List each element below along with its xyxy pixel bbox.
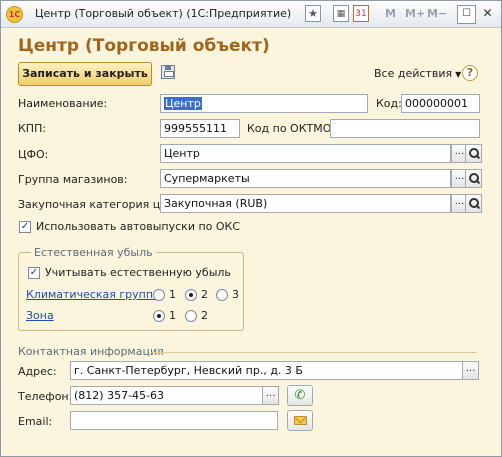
climate-radio-2[interactable] bbox=[185, 289, 197, 301]
kpp-field[interactable]: 999555111 bbox=[160, 119, 240, 138]
contact-section-title: Контактная информация bbox=[18, 345, 164, 358]
zone-link[interactable]: Зона bbox=[26, 309, 54, 322]
floppy-disk-icon[interactable] bbox=[161, 65, 175, 79]
envelope-icon bbox=[294, 416, 307, 425]
phone-select-button[interactable]: ... bbox=[262, 386, 279, 405]
natural-loss-title: Естественная убыль bbox=[31, 246, 156, 259]
zone-radio-1-label: 1 bbox=[169, 309, 176, 322]
climate-radio-3-label: 3 bbox=[232, 288, 239, 301]
phone-field[interactable]: (812) 357-45-63 bbox=[70, 386, 263, 405]
zone-radio-2-label: 2 bbox=[201, 309, 208, 322]
window-title: Центр (Торговый объект) (1С:Предприятие) bbox=[35, 7, 292, 20]
code-field[interactable]: 000000001 bbox=[401, 94, 480, 113]
price-category-field[interactable]: Закупочная (RUB) bbox=[160, 194, 451, 213]
all-actions-menu[interactable]: Все действия ▼ bbox=[374, 67, 461, 80]
link-icon[interactable]: ★ bbox=[305, 5, 321, 22]
consider-loss-label: Учитывать естественную убыль bbox=[45, 266, 231, 279]
memory-m-button[interactable]: M bbox=[385, 7, 396, 20]
code-label: Код: bbox=[376, 97, 402, 110]
calendar-icon[interactable]: 31 bbox=[353, 5, 369, 22]
name-label: Наименование: bbox=[18, 97, 108, 110]
cfo-open-button[interactable] bbox=[465, 144, 482, 163]
memory-minus-button[interactable]: M− bbox=[427, 7, 447, 20]
store-group-open-button[interactable] bbox=[465, 169, 482, 188]
phone-label: Телефон: bbox=[18, 390, 73, 403]
climate-radio-1-label: 1 bbox=[169, 288, 176, 301]
email-field[interactable] bbox=[70, 411, 278, 430]
price-category-open-button[interactable] bbox=[465, 194, 482, 213]
name-field[interactable]: Центр bbox=[160, 94, 368, 113]
consider-loss-checkbox[interactable]: ✓ bbox=[28, 267, 40, 279]
contact-section-divider bbox=[151, 352, 477, 353]
climate-radio-2-label: 2 bbox=[201, 288, 208, 301]
close-button[interactable]: ✕ bbox=[479, 5, 496, 22]
search-icon bbox=[466, 195, 482, 213]
email-label: Email: bbox=[18, 415, 53, 428]
climate-radio-3[interactable] bbox=[216, 289, 228, 301]
climate-group-link[interactable]: Климатическая группа bbox=[26, 288, 160, 301]
calculator-icon[interactable]: ▦ bbox=[333, 5, 349, 22]
search-icon bbox=[466, 145, 482, 163]
chevron-down-icon: ▼ bbox=[455, 70, 462, 79]
address-label: Адрес: bbox=[18, 365, 57, 378]
onec-logo-icon: 1С bbox=[6, 6, 23, 23]
address-field[interactable]: г. Санкт-Петербург, Невский пр., д. 3 Б bbox=[70, 361, 463, 380]
cfo-label: ЦФО: bbox=[18, 148, 49, 161]
store-group-label: Группа магазинов: bbox=[18, 173, 128, 186]
climate-radio-1[interactable] bbox=[153, 289, 165, 301]
zone-radio-2[interactable] bbox=[185, 310, 197, 322]
help-button[interactable]: ? bbox=[462, 65, 478, 81]
page-title: Центр (Торговый объект) bbox=[18, 36, 270, 56]
autorelease-label: Использовать автовыпуски по ОКС bbox=[36, 220, 241, 233]
oktmo-field[interactable] bbox=[330, 119, 480, 138]
autorelease-checkbox[interactable]: ✓ bbox=[19, 221, 31, 233]
form-window: 1С Центр (Торговый объект) (1С:Предприят… bbox=[0, 0, 502, 457]
address-select-button[interactable]: ... bbox=[462, 361, 479, 380]
maximize-button[interactable]: ☐ bbox=[457, 5, 476, 24]
oktmo-label: Код по ОКТМО: bbox=[247, 122, 336, 135]
search-icon bbox=[466, 170, 482, 188]
save-and-close-button[interactable]: Записать и закрыть bbox=[18, 62, 152, 86]
price-category-label: Закупочная категория цен: bbox=[18, 198, 178, 211]
send-email-button[interactable] bbox=[287, 410, 313, 431]
phone-call-button[interactable]: ✆ bbox=[287, 385, 313, 406]
phone-icon: ✆ bbox=[294, 388, 306, 403]
kpp-label: КПП: bbox=[18, 122, 47, 135]
cfo-field[interactable]: Центр bbox=[160, 144, 451, 163]
form-content: Центр (Торговый объект) Записать и закры… bbox=[1, 28, 501, 456]
title-bar: 1С Центр (Торговый объект) (1С:Предприят… bbox=[1, 1, 501, 28]
zone-radio-1[interactable] bbox=[153, 310, 165, 322]
name-value: Центр bbox=[164, 97, 202, 110]
all-actions-label: Все действия bbox=[374, 67, 453, 80]
store-group-field[interactable]: Супермаркеты bbox=[160, 169, 451, 188]
memory-plus-button[interactable]: M+ bbox=[405, 7, 425, 20]
